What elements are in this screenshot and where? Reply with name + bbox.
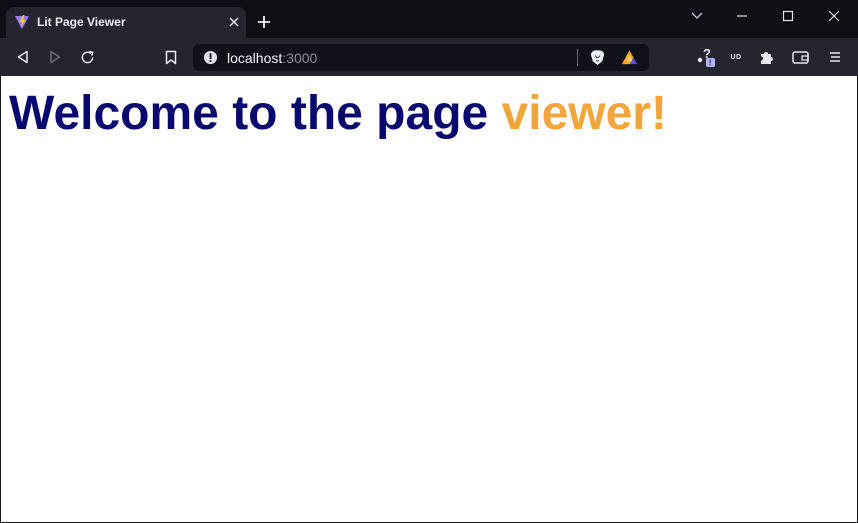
wallet-button[interactable] [790,47,810,67]
reload-icon [81,50,94,63]
back-icon [17,50,28,64]
new-tab-button[interactable] [255,13,273,31]
ud-extension-icon: UD [730,53,742,61]
brave-lion-icon[interactable] [589,49,606,66]
window-close-button[interactable] [821,5,847,27]
tab-search-button[interactable] [684,5,710,27]
page-heading: Welcome to the page viewer! [9,87,667,141]
forward-button[interactable] [45,47,65,67]
close-tab-button[interactable] [226,14,242,30]
heading-accent: viewer! [501,87,667,140]
plus-icon [258,16,270,28]
page-viewport: Welcome to the page viewer! [1,76,857,522]
question-extension-icon: ? ! [697,46,715,68]
forward-icon [50,50,61,64]
address-bar-divider [577,49,578,66]
extensions-button[interactable] [757,47,777,67]
rewards-triangle-icon[interactable] [621,49,638,66]
heading-prefix: Welcome to the [9,87,377,140]
puzzle-icon [761,52,773,64]
browser-window: Lit Page Viewer ? ! UD localhost:3000 We… [0,0,858,523]
tab-strip: Lit Page Viewer [0,0,858,38]
menu-icon [830,52,840,62]
close-icon [828,10,840,22]
chevron-down-icon [691,12,703,19]
back-button[interactable] [13,47,33,67]
tab-lit-page-viewer[interactable]: Lit Page Viewer [6,7,246,38]
info-icon[interactable] [203,50,218,65]
menu-button[interactable] [825,47,845,67]
url-port: :3000 [282,50,318,66]
extension-question-button[interactable]: ? ! [694,46,718,68]
address-bar[interactable]: localhost:3000 [193,44,649,71]
maximize-icon [782,10,794,22]
maximize-button[interactable] [775,5,801,27]
bookmark-button[interactable] [161,47,181,67]
heading-space [488,87,501,140]
extension-ud-button[interactable]: UD [726,47,746,67]
close-icon [229,17,239,27]
url-host: localhost [227,50,283,66]
url-text[interactable]: localhost:3000 [227,50,317,66]
minimize-button[interactable] [729,5,755,27]
wallet-icon [791,50,809,64]
tab-title: Lit Page Viewer [37,15,126,29]
heading-emphasis: page [376,87,489,140]
svg-text:!: ! [709,59,712,68]
reload-button[interactable] [77,47,97,67]
bookmark-icon [165,50,177,64]
minimize-icon [737,15,747,17]
vite-logo-icon [15,15,29,29]
